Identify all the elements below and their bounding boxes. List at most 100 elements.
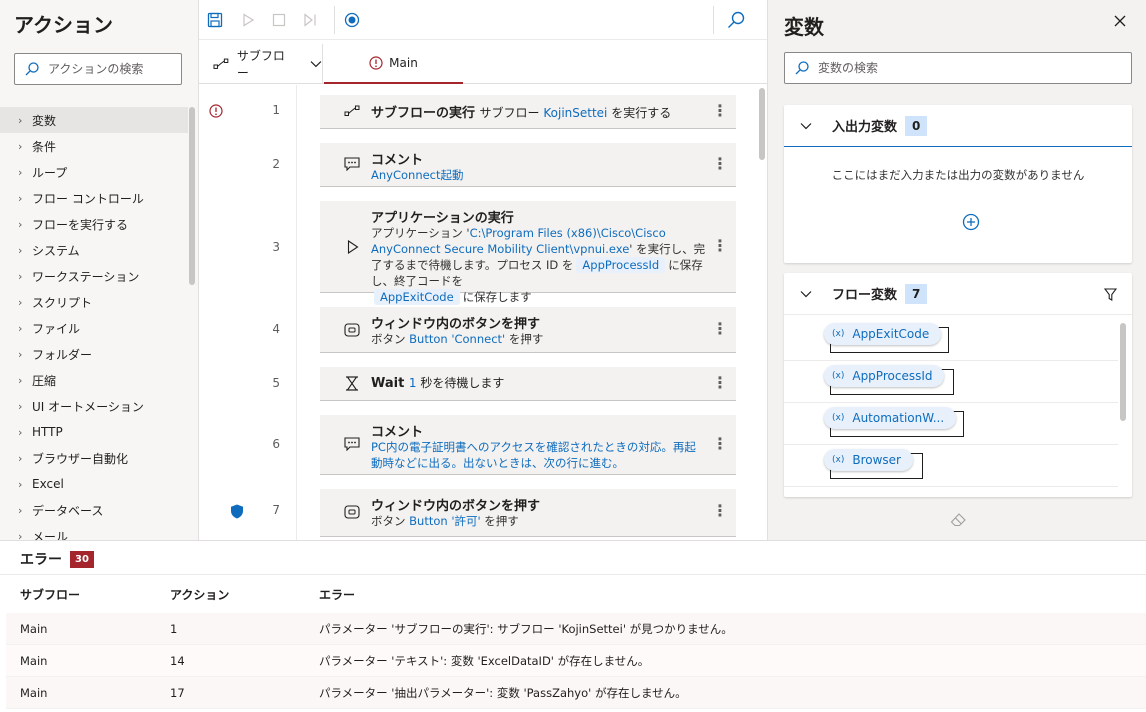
io-variables-section: 入出力変数 0 ここにはまだ入力または出力の変数がありません [784,105,1132,263]
stop-icon [272,13,286,27]
cell-action: 1 [170,622,178,636]
category-item[interactable]: › UI オートメーション [0,393,188,419]
wait-seconds-link[interactable]: 1 [409,376,417,390]
step-icon [304,13,316,27]
action-card[interactable]: サブフローの実行 サブフロー KojinSettei を実行する ⋮ [320,95,736,129]
col-error[interactable]: エラー [319,585,355,605]
variable-search-input[interactable] [818,61,1131,75]
flow-variables-header[interactable]: フロー変数 7 [784,273,1132,315]
error-row[interactable]: Main 14 パラメーター 'テキスト': 変数 'ExcelDataID' … [6,645,1146,677]
flow-variables-count: 7 [905,283,928,304]
more-options-icon[interactable]: ⋮ [712,101,728,120]
close-variables-button[interactable] [1114,15,1126,30]
eraser-icon[interactable] [950,513,966,527]
ui-element-link[interactable]: Button '許可' [409,514,481,528]
actions-scrollbar[interactable] [189,107,195,285]
run-button[interactable] [238,10,258,30]
category-item[interactable]: › メール [0,523,188,541]
action-card[interactable]: Wait 1 秒を待機します ⋮ [320,367,736,401]
power-automate-window: アクション › 変数 › 条件 › ループ › フロー コントロール › フローを実行する… [0,0,1146,712]
category-label: フォルダー [32,347,93,362]
chevron-right-icon: › [18,113,23,127]
more-options-icon[interactable]: ⋮ [712,434,728,453]
save-button[interactable] [205,10,225,30]
variable-chip[interactable]: (x) AppExitCode [824,323,942,345]
record-button[interactable] [342,10,362,30]
category-item[interactable]: › 変数 [0,107,188,133]
category-item[interactable]: › ループ [0,159,188,185]
more-options-icon[interactable]: ⋮ [712,236,728,255]
variable-chip[interactable]: (x) AutomationW... [824,407,957,429]
variable-chip[interactable]: (x) AppProcessId [824,365,945,387]
category-item[interactable]: › システム [0,237,188,263]
col-subflow[interactable]: サブフロー [20,585,80,605]
line-number: 2 [272,157,280,171]
category-item[interactable]: › HTTP [0,419,188,445]
variable-chip[interactable]: AppProcessId [576,257,666,273]
category-label: ブラウザー自動化 [32,451,129,466]
actions-title: アクション [14,13,113,37]
comment-text: PC内の電子証明書へのアクセスを確認されたときの対応。再起動時などに出る。出ない… [371,440,696,470]
io-variables-count: 0 [905,115,928,136]
category-item[interactable]: › スクリプト [0,289,188,315]
action-card[interactable]: ウィンドウ内のボタンを押す ボタン Button '許可' を押す ⋮ [320,489,736,537]
action-card[interactable]: アプリケーションの実行 アプリケーション 'C:\Program Files (… [320,201,736,305]
col-action[interactable]: アクション [170,585,229,605]
category-item[interactable]: › フローを実行する [0,211,188,237]
designer-search-button[interactable] [726,10,746,30]
variable-row[interactable]: (x) AutomationW... [784,403,1118,445]
subflow-dropdown[interactable]: サブフロー [199,44,323,84]
category-item[interactable]: › フォルダー [0,341,188,367]
more-options-icon[interactable]: ⋮ [712,373,728,392]
more-options-icon[interactable]: ⋮ [712,154,728,173]
variable-chip[interactable]: AppExitCode [374,289,460,305]
action-search-input[interactable] [48,62,181,76]
category-item[interactable]: › ワークステーション [0,263,188,289]
category-item[interactable]: › ブラウザー自動化 [0,445,188,471]
category-item[interactable]: › 圧縮 [0,367,188,393]
flow-variables-scrollbar[interactable] [1120,323,1126,421]
errors-title: エラー [20,552,62,568]
tab-main[interactable]: Main [324,44,463,84]
more-options-icon[interactable]: ⋮ [712,501,728,520]
chevron-right-icon: › [18,243,23,257]
action-card[interactable]: コメント PC内の電子証明書へのアクセスを確認されたときの対応。再起動時などに出… [320,415,736,475]
variable-chip[interactable]: (x) Browser [824,449,913,471]
variable-search-box[interactable] [784,52,1132,84]
run-next-action-button[interactable] [300,10,320,30]
errors-header: エラー 30 [20,549,94,569]
action-card[interactable]: コメント AnyConnect起動 ⋮ [320,143,736,187]
filter-icon[interactable] [1104,288,1117,301]
action-search-box[interactable] [14,53,182,85]
stop-button[interactable] [269,10,289,30]
category-item[interactable]: › 条件 [0,133,188,159]
variable-row[interactable]: (x) AppExitCode [784,319,1118,361]
action-desc: ボタン Button '許可' を押す [371,513,707,529]
category-item[interactable]: › フロー コントロール [0,185,188,211]
chevron-right-icon: › [18,139,23,153]
run-icon [347,240,359,254]
designer-toolbar [199,0,767,40]
flow-scrollbar[interactable] [759,88,765,160]
chevron-down-icon [800,122,812,129]
error-row[interactable]: Main 17 パラメーター '抽出パラメーター': 変数 'PassZahyo… [6,677,1146,709]
action-title: ウィンドウ内のボタンを押す [371,499,541,514]
chevron-right-icon: › [18,425,23,439]
more-options-icon[interactable]: ⋮ [712,319,728,338]
category-item[interactable]: › Excel [0,471,188,497]
action-card[interactable]: ウィンドウ内のボタンを押す ボタン Button 'Connect' を押す ⋮ [320,307,736,353]
category-label: ファイル [32,321,81,336]
flow-tabs: サブフロー Main [199,44,767,84]
category-item[interactable]: › データベース [0,497,188,523]
category-label: フローを実行する [32,217,129,232]
variable-row[interactable]: (x) AppProcessId [784,361,1118,403]
add-variable-icon[interactable] [962,213,980,231]
variable-row[interactable]: (x) Browser [784,445,1118,487]
chevron-right-icon: › [18,399,23,413]
category-item[interactable]: › ファイル [0,315,188,341]
error-row[interactable]: Main 1 パラメーター 'サブフローの実行': サブフロー 'KojinSe… [6,613,1146,645]
subflow-icon [213,58,229,69]
subflow-link[interactable]: KojinSettei [543,106,607,120]
ui-element-link[interactable]: Button 'Connect' [409,332,505,346]
io-variables-header[interactable]: 入出力変数 0 [784,105,1132,147]
